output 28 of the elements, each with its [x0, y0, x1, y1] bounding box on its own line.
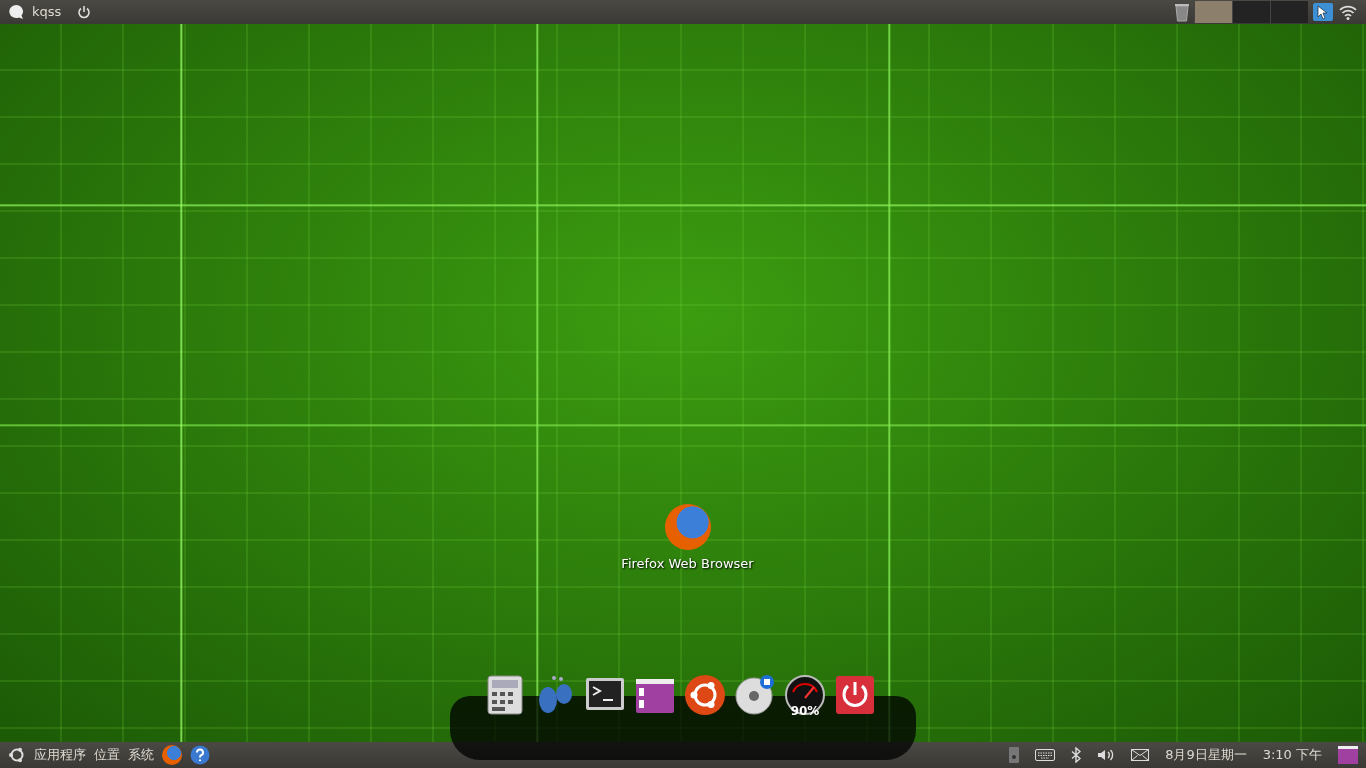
- desktop-icon-label[interactable]: Firefox Web Browser: [620, 554, 755, 574]
- ubuntu-logo-icon[interactable]: [8, 746, 26, 764]
- workspace-switcher-cell[interactable]: [1194, 1, 1232, 23]
- power-icon[interactable]: [77, 5, 92, 19]
- cursor-app-icon[interactable]: [1312, 2, 1334, 22]
- speech-bubble-icon[interactable]: [8, 4, 24, 20]
- clock-date[interactable]: 8月9日星期一: [1165, 745, 1247, 765]
- workspace-switcher-cell[interactable]: [1270, 1, 1308, 23]
- disc-icon[interactable]: [734, 674, 776, 716]
- panel-menu[interactable]: 系统: [128, 745, 154, 765]
- volume-icon[interactable]: [1097, 748, 1116, 762]
- envelope-icon[interactable]: [1131, 749, 1150, 761]
- panel-menu[interactable]: 位置: [94, 745, 120, 765]
- workspace-switcher-cell[interactable]: [1232, 1, 1270, 23]
- ubuntu-logo-icon[interactable]: [684, 674, 726, 716]
- clock-time[interactable]: 3:10 下午: [1262, 745, 1322, 765]
- bluetooth-icon[interactable]: [1071, 747, 1082, 763]
- window-list-icon[interactable]: [1338, 746, 1358, 764]
- help-icon[interactable]: [190, 745, 210, 765]
- panel-menu[interactable]: 应用程序: [34, 745, 86, 765]
- user-name[interactable]: kqss: [32, 2, 62, 22]
- globe-app-icon[interactable]: [162, 745, 182, 765]
- keyboard-icon[interactable]: [1035, 749, 1056, 761]
- trash-icon[interactable]: [1174, 2, 1190, 22]
- wifi-icon[interactable]: [1338, 3, 1358, 21]
- calculator-icon[interactable]: [484, 674, 526, 716]
- speaker-device-icon[interactable]: [1009, 747, 1020, 763]
- power-icon[interactable]: [834, 674, 876, 716]
